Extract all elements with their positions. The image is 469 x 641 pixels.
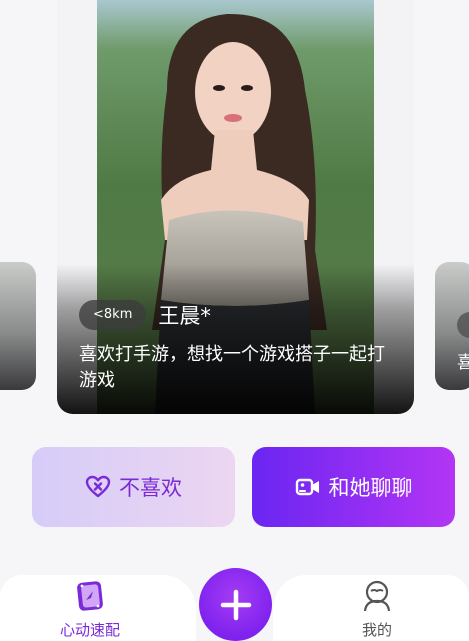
previous-profile-card[interactable] [0, 262, 36, 390]
chat-button[interactable]: 和她聊聊 [252, 447, 455, 527]
match-card-icon [77, 581, 103, 611]
dislike-button[interactable]: 不喜欢 [32, 447, 235, 527]
next-card-distance-badge [457, 312, 469, 338]
profile-name: 王晨* [158, 304, 211, 328]
broken-heart-icon [85, 474, 111, 500]
nav-item-profile[interactable]: 我的 [279, 575, 469, 641]
dislike-label: 不喜欢 [119, 476, 182, 500]
distance-badge: <8km [79, 300, 147, 330]
chat-label: 和她聊聊 [328, 476, 413, 500]
profile-card[interactable]: <8km 王晨* 喜欢打手游，想找一个游戏搭子一起打游戏 [57, 0, 414, 414]
next-profile-card[interactable]: 喜 [435, 262, 469, 390]
profile-bio: 喜欢打手游，想找一个游戏搭子一起打游戏 [79, 344, 385, 391]
plus-icon [220, 589, 251, 620]
next-card-bio-preview: 喜 [457, 353, 469, 373]
bottom-nav-left: 心动速配 [0, 575, 196, 641]
nav-label-profile: 我的 [361, 621, 392, 639]
video-chat-icon [295, 474, 321, 500]
profile-icon [363, 580, 391, 612]
profile-header: <8km 王晨* [79, 300, 211, 330]
bottom-nav-right: 我的 [273, 575, 469, 641]
nav-item-match[interactable]: 心动速配 [0, 575, 188, 641]
add-button[interactable] [199, 568, 272, 641]
nav-label-match: 心动速配 [59, 621, 120, 639]
